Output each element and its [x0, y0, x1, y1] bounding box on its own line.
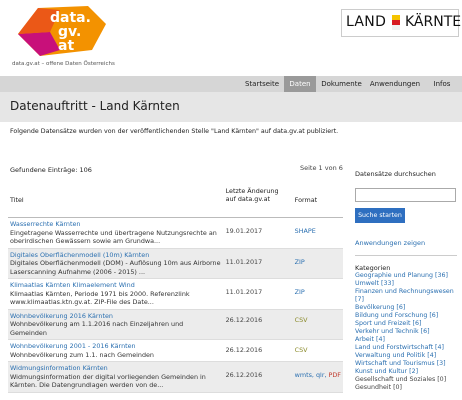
dataset-description: Eingetragene Wasserrechte und übertragen… — [10, 228, 217, 246]
category-item[interactable]: Wirtschaft und Tourismus [3] — [355, 360, 460, 368]
dataset-description: Widmungsinformation der digital vorliege… — [10, 372, 206, 390]
column-header-format[interactable]: Format — [292, 186, 343, 218]
svg-text:at: at — [58, 38, 74, 54]
table-row: Klimaatlas Kärnten Klimaelement Wind Klim… — [8, 278, 343, 310]
dataset-title-link[interactable]: Wohnbevölkerung 2016 Kärnten — [10, 312, 222, 321]
table-header-row: Titel Letzte Änderung auf data.gv.at For… — [8, 186, 343, 218]
category-item[interactable]: Land und Forstwirtschaft [4] — [355, 344, 460, 352]
dataset-format[interactable]: wmts, qlr, — [295, 371, 327, 379]
table-row: Wasserrechte Kärnten Eingetragene Wasserr… — [8, 217, 343, 249]
table-row: Digitales Oberflächenmodell (10m) Kärnte… — [8, 248, 343, 279]
dataset-format[interactable]: SHAPE — [295, 227, 316, 235]
category-item[interactable]: Umwelt [33] — [355, 280, 460, 288]
category-item[interactable]: Bildung und Forschung [6] — [355, 312, 460, 320]
category-item: Gesellschaft und Soziales [0] — [355, 376, 447, 383]
dataset-format[interactable]: CSV — [295, 316, 308, 324]
dataset-date: 19.01.2017 — [223, 217, 293, 249]
site-tagline: data.gv.at – offene Daten Österreichs — [12, 61, 115, 67]
dataset-title-link[interactable]: Wasserrechte Kärnten — [10, 220, 222, 229]
search-button[interactable]: Suche starten — [355, 208, 405, 223]
dataset-date: 26.12.2016 — [223, 361, 293, 393]
category-item[interactable]: Kunst und Kultur [2] — [355, 368, 460, 376]
dataset-description: Klimaatlas Kärnten, Periode 1971 bis 200… — [10, 289, 190, 307]
tab-dokumente[interactable]: Dokumente — [319, 76, 364, 92]
result-count: Gefundene Einträge: 106 — [10, 166, 92, 174]
tab-infos[interactable]: Infos — [428, 76, 456, 92]
dataset-title-link[interactable]: Klimaatlas Kärnten Klimaelement Wind — [10, 281, 222, 290]
search-heading: Datensätze durchsuchen — [355, 170, 436, 178]
dataset-format[interactable]: CSV — [295, 346, 308, 354]
dataset-description: Wohnbevölkerung zum 1.1. nach Gemeinden — [10, 350, 154, 359]
dataset-search-input[interactable] — [355, 188, 456, 202]
intro-text: Folgende Datensätze wurden von der veröf… — [10, 128, 339, 135]
show-apps-link[interactable]: Anwendungen zeigen — [355, 239, 425, 247]
category-item[interactable]: Verwaltung und Politik [4] — [355, 352, 460, 360]
dataset-date: 26.12.2016 — [223, 339, 293, 362]
category-item: Gesundheit [0] — [355, 384, 403, 391]
page-title-bar: Datenauftritt - Land Kärnten — [0, 92, 462, 122]
category-item[interactable]: Arbeit [4] — [355, 336, 460, 344]
dataset-format[interactable]: ZIP — [295, 258, 305, 266]
category-item[interactable]: Bevölkerung [6] — [355, 304, 460, 312]
data-gv-at-logo[interactable]: data. gv. at — [10, 4, 110, 58]
dataset-description: Wohnbevölkerung am 1.1.2016 nach Einzelj… — [10, 320, 184, 337]
dataset-format-pdf[interactable]: PDF — [329, 371, 341, 379]
land-kaernten-logo[interactable]: LAND KÄRNTEN — [341, 9, 462, 37]
category-item[interactable]: Sport und Freizeit [6] — [355, 320, 460, 328]
partner-name-left: LAND — [346, 14, 387, 30]
pagination-info: Seite 1 von 6 — [300, 164, 343, 172]
tab-anwendungen[interactable]: Anwendungen — [369, 76, 421, 92]
dataset-title-link[interactable]: Wohnbevölkerung 2001 - 2016 Kärnten — [10, 342, 222, 351]
dataset-table: Titel Letzte Änderung auf data.gv.at For… — [8, 186, 343, 393]
column-header-date[interactable]: Letzte Änderung auf data.gv.at — [223, 186, 293, 218]
category-item[interactable]: Finanzen und Rechnungswesen [7] — [355, 288, 460, 304]
table-row: Wohnbevölkerung 2001 - 2016 Kärnten Wohnb… — [8, 339, 343, 362]
carinthia-flag-icon — [392, 15, 400, 30]
dataset-format[interactable]: ZIP — [295, 288, 305, 296]
sidebar-divider — [355, 255, 457, 256]
dataset-title-link[interactable]: Digitales Oberflächenmodell (10m) Kärnte… — [10, 251, 222, 260]
column-header-title[interactable]: Titel — [8, 186, 224, 218]
dataset-date: 26.12.2016 — [223, 309, 293, 340]
tab-startseite[interactable]: Startseite — [243, 76, 281, 92]
dataset-date: 11.01.2017 — [223, 248, 293, 279]
dataset-description: Digitales Oberflächenmodell (DOM) - Aufl… — [10, 259, 221, 276]
category-item[interactable]: Verkehr und Technik [6] — [355, 328, 460, 336]
table-row: Wohnbevölkerung 2016 Kärnten Wohnbevölker… — [8, 309, 343, 340]
site-header: data. gv. at data.gv.at – offene Daten Ö… — [0, 0, 462, 75]
categories-heading: Kategorien — [355, 264, 391, 272]
main-navigation: Startseite Daten Dokumente Anwendungen I… — [0, 76, 462, 92]
tab-daten[interactable]: Daten — [284, 76, 316, 92]
category-item[interactable]: Geographie und Planung [36] — [355, 272, 460, 280]
partner-name-right: KÄRNTEN — [405, 14, 462, 30]
category-list: Geographie und Planung [36] Umwelt [33] … — [355, 272, 460, 392]
table-row: Widmungsinformation Kärnten Widmungsinfor… — [8, 361, 343, 393]
dataset-title-link[interactable]: Widmungsinformation Kärnten — [10, 364, 222, 373]
dataset-date: 11.01.2017 — [223, 278, 293, 310]
page-title: Datenauftritt - Land Kärnten — [10, 99, 180, 113]
